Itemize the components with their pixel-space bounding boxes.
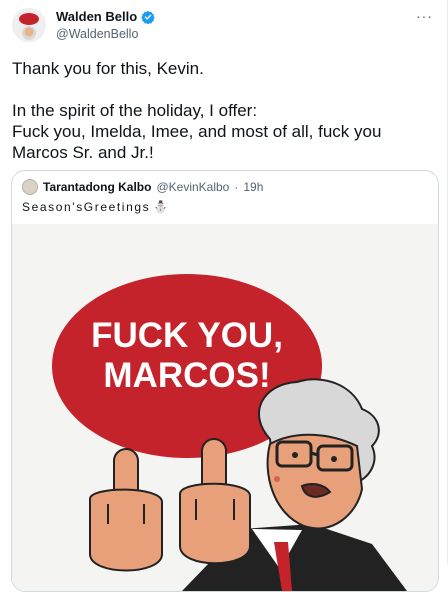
- quoted-tweet-image[interactable]: FUCK YOU, MARCOS!: [12, 224, 438, 591]
- quoted-author-handle: @KevinKalbo: [156, 180, 230, 194]
- author-handle[interactable]: @WaldenBello: [56, 27, 155, 41]
- bubble-text-line2: MARCOS!: [103, 356, 270, 395]
- separator-dot: ·: [234, 180, 239, 194]
- bubble-text-line1: FUCK YOU,: [91, 316, 283, 355]
- author-avatar[interactable]: [12, 8, 46, 42]
- author-block: Walden Bello @WaldenBello: [56, 9, 155, 41]
- tweet-text-line: Fuck you, Imelda, Imee, and most of all,…: [12, 122, 382, 141]
- more-options-icon[interactable]: ···: [416, 8, 433, 24]
- quoted-tweet-header: Tarantadong Kalbo @KevinKalbo · 19h: [22, 179, 263, 195]
- tweet-text-line: Thank you for this, Kevin.: [12, 59, 204, 78]
- verified-badge-icon: [141, 10, 155, 24]
- tweet: Walden Bello @WaldenBello ··· Thank you …: [0, 0, 448, 592]
- avatar-image: [12, 8, 46, 42]
- cartoon-illustration: FUCK YOU, MARCOS!: [12, 224, 438, 591]
- quoted-author-avatar: [22, 179, 38, 195]
- author-name[interactable]: Walden Bello: [56, 9, 137, 24]
- quoted-author-name: Tarantadong Kalbo: [43, 180, 152, 194]
- snowman-icon: ⛄: [153, 200, 170, 214]
- quoted-tweet-text: Season'sGreetings ⛄: [22, 200, 170, 214]
- tweet-text-line: Marcos Sr. and Jr.!: [12, 143, 154, 162]
- tweet-text: Thank you for this, Kevin. In the spirit…: [12, 58, 432, 163]
- tweet-text-line: In the spirit of the holiday, I offer:: [12, 101, 258, 120]
- quoted-timestamp: 19h: [243, 180, 264, 194]
- author-name-row: Walden Bello: [56, 9, 155, 24]
- quoted-text: Season'sGreetings: [22, 200, 151, 214]
- quoted-tweet[interactable]: Tarantadong Kalbo @KevinKalbo · 19h Seas…: [11, 170, 439, 592]
